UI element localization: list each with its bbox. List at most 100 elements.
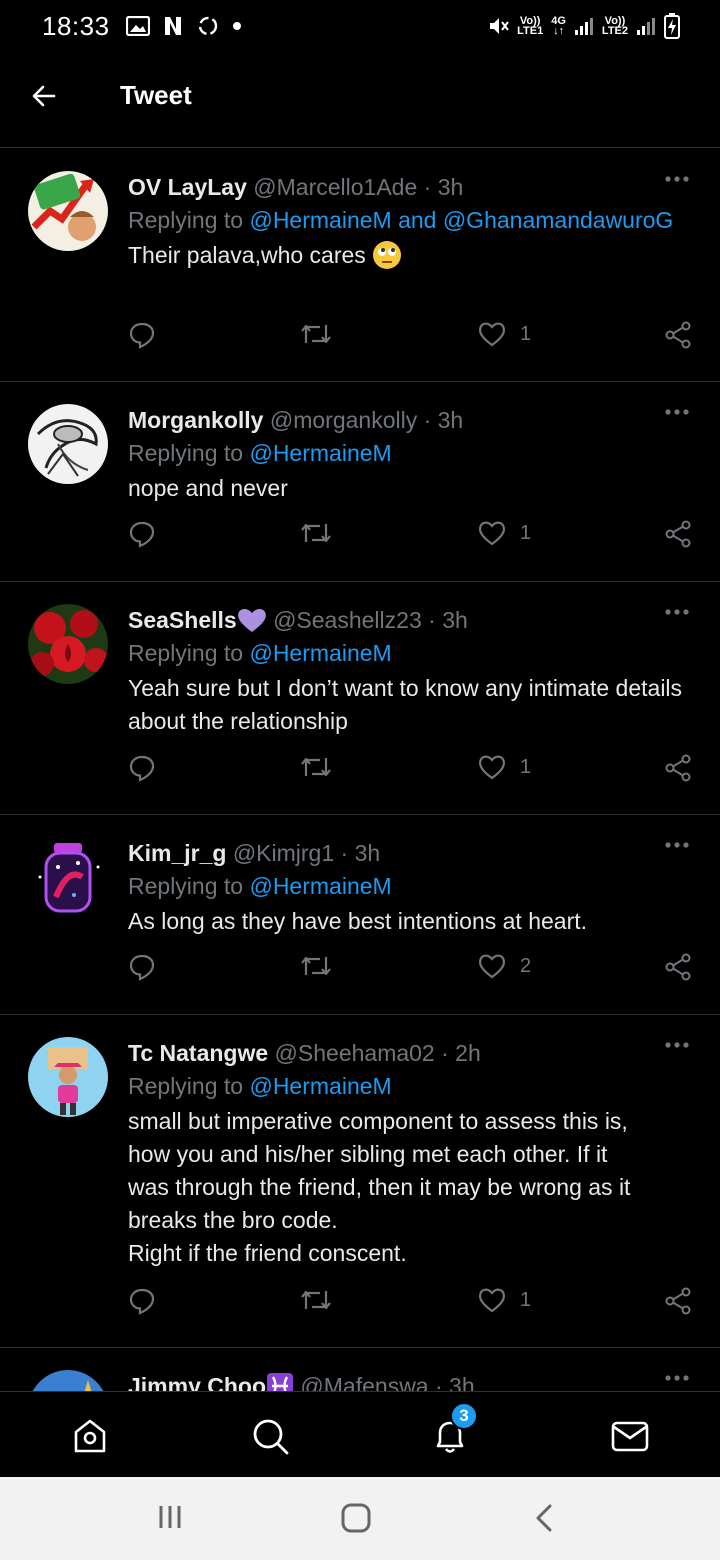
- retweet-icon: [301, 523, 331, 543]
- tweet-time: · 3h: [423, 407, 464, 433]
- replying-to: Replying to @HermaineM: [128, 440, 392, 466]
- replying-to: Replying to @HermaineM and @Ghanamandawu…: [128, 207, 674, 233]
- retweet-icon: [301, 956, 331, 976]
- tweet-item[interactable]: OV LayLay @Marcello1Ade · 3h Replying to…: [0, 149, 720, 382]
- heart-icon: [479, 954, 505, 979]
- author-handle: @Sheehama02: [274, 1040, 435, 1066]
- like-count: 1: [520, 521, 532, 544]
- author-name[interactable]: Tc Natangwe: [128, 1040, 268, 1066]
- page-title: Tweet: [120, 80, 192, 110]
- avatar[interactable]: [28, 1370, 108, 1391]
- share-button[interactable]: [664, 1287, 692, 1315]
- retweet-button[interactable]: [300, 1287, 332, 1313]
- author-name[interactable]: Kim_jr_g: [128, 840, 226, 866]
- share-button[interactable]: [664, 321, 692, 349]
- tweet-text: As long as they have best intentions at …: [128, 908, 588, 934]
- like-button[interactable]: 1: [478, 754, 531, 780]
- tweet-text: Their palava,who cares: [128, 239, 692, 272]
- more-options-icon[interactable]: [664, 1374, 690, 1382]
- signal-1-icon: [574, 18, 593, 35]
- signal-2-icon: [637, 18, 655, 35]
- retweet-button[interactable]: [300, 321, 332, 347]
- author-name[interactable]: Morgankolly: [128, 407, 263, 433]
- like-button[interactable]: 1: [478, 1287, 531, 1313]
- retweet-icon: [301, 324, 331, 344]
- tweet-item[interactable]: Kim_jr_g @Kimjrg1 · 3h Replying to @Herm…: [0, 815, 720, 1015]
- author-handle: @Kimjrg1: [232, 840, 335, 866]
- avatar[interactable]: [28, 404, 108, 484]
- avatar[interactable]: [28, 171, 108, 251]
- retweet-button[interactable]: [300, 754, 332, 780]
- mention-link[interactable]: @HermaineM: [249, 1073, 391, 1099]
- author-name[interactable]: SeaShells: [128, 607, 237, 633]
- more-options-icon[interactable]: [664, 608, 690, 616]
- mention-link[interactable]: @HermaineM: [249, 440, 391, 466]
- author-name[interactable]: Jimmy Choo: [128, 1373, 266, 1391]
- tweet-item[interactable]: Morgankolly @morgankolly · 3h Replying t…: [0, 382, 720, 582]
- tweet-time: · 3h: [423, 174, 464, 200]
- avatar[interactable]: [28, 837, 108, 917]
- share-icon: [665, 953, 691, 981]
- retweet-icon: [301, 757, 331, 777]
- replying-to: Replying to @HermaineM: [128, 1073, 392, 1099]
- like-button[interactable]: 1: [478, 321, 531, 347]
- heart-icon: [479, 755, 505, 780]
- avatar[interactable]: [28, 1037, 108, 1117]
- like-count: 2: [520, 954, 532, 977]
- back-arrow-icon[interactable]: [30, 82, 58, 110]
- like-count: 1: [520, 322, 532, 345]
- recent-apps-icon[interactable]: [156, 1503, 184, 1531]
- share-icon: [665, 754, 691, 782]
- mention-link[interactable]: @HermaineM and @GhanamandawuroG: [249, 207, 673, 233]
- system-navigation-bar: [0, 1477, 720, 1560]
- purple-heart-emoji-icon: [237, 609, 266, 632]
- replying-to: Replying to @HermaineM: [128, 873, 392, 899]
- reply-icon: [129, 521, 155, 548]
- avatar[interactable]: [28, 604, 108, 684]
- reply-button[interactable]: [128, 520, 156, 548]
- reply-button[interactable]: [128, 953, 156, 981]
- tweet-item[interactable]: SeaShells @Seashellz23 · 3h Replying to …: [0, 582, 720, 815]
- like-count: 1: [520, 1288, 532, 1311]
- tweet-item[interactable]: Tc Natangwe @Sheehama02 · 2h Replying to…: [0, 1015, 720, 1348]
- share-button[interactable]: [664, 520, 692, 548]
- share-button[interactable]: [664, 754, 692, 782]
- more-options-icon[interactable]: [664, 175, 690, 183]
- messages-mail-icon[interactable]: [610, 1416, 650, 1456]
- home-button-icon[interactable]: [340, 1503, 372, 1533]
- author-handle: @Mafenswa: [300, 1373, 429, 1391]
- more-options-icon[interactable]: [664, 408, 690, 416]
- mention-link[interactable]: @HermaineM: [249, 873, 391, 899]
- reply-button[interactable]: [128, 754, 156, 782]
- share-button[interactable]: [664, 953, 692, 981]
- retweet-button[interactable]: [300, 520, 332, 546]
- top-app-bar: Tweet: [0, 52, 720, 148]
- system-back-icon[interactable]: [532, 1503, 556, 1533]
- reply-feed[interactable]: OV LayLay @Marcello1Ade · 3h Replying to…: [0, 149, 720, 1391]
- battery-charging-icon: [664, 13, 680, 39]
- share-icon: [665, 321, 691, 349]
- mention-link[interactable]: @HermaineM: [249, 640, 391, 666]
- mute-icon: [490, 18, 509, 34]
- tweet-time: · 2h: [441, 1040, 481, 1066]
- search-icon[interactable]: [250, 1416, 290, 1456]
- status-time: 18:33: [42, 10, 110, 41]
- tweet-item[interactable]: Jimmy Choo @Mafenswa · 3h: [0, 1348, 720, 1391]
- retweet-button[interactable]: [300, 953, 332, 979]
- reply-button[interactable]: [128, 1287, 156, 1315]
- more-options-icon[interactable]: [664, 1041, 690, 1049]
- sync-notification-icon: [198, 16, 217, 36]
- reply-icon: [129, 1288, 155, 1315]
- home-icon[interactable]: [70, 1416, 110, 1456]
- status-bar: 18:33 Vo)) LTE1 4G ↓↑ Vo)) LTE2: [0, 0, 720, 52]
- reply-button[interactable]: [128, 321, 156, 349]
- author-name[interactable]: OV LayLay: [128, 174, 247, 200]
- more-options-icon[interactable]: [664, 841, 690, 849]
- tweet-time: · 3h: [435, 1373, 475, 1391]
- like-button[interactable]: 1: [478, 520, 531, 546]
- like-count: 1: [520, 755, 532, 778]
- heart-icon: [479, 521, 505, 546]
- like-button[interactable]: 2: [478, 953, 531, 979]
- author-handle: @Seashellz23: [273, 607, 422, 633]
- heart-icon: [479, 322, 505, 347]
